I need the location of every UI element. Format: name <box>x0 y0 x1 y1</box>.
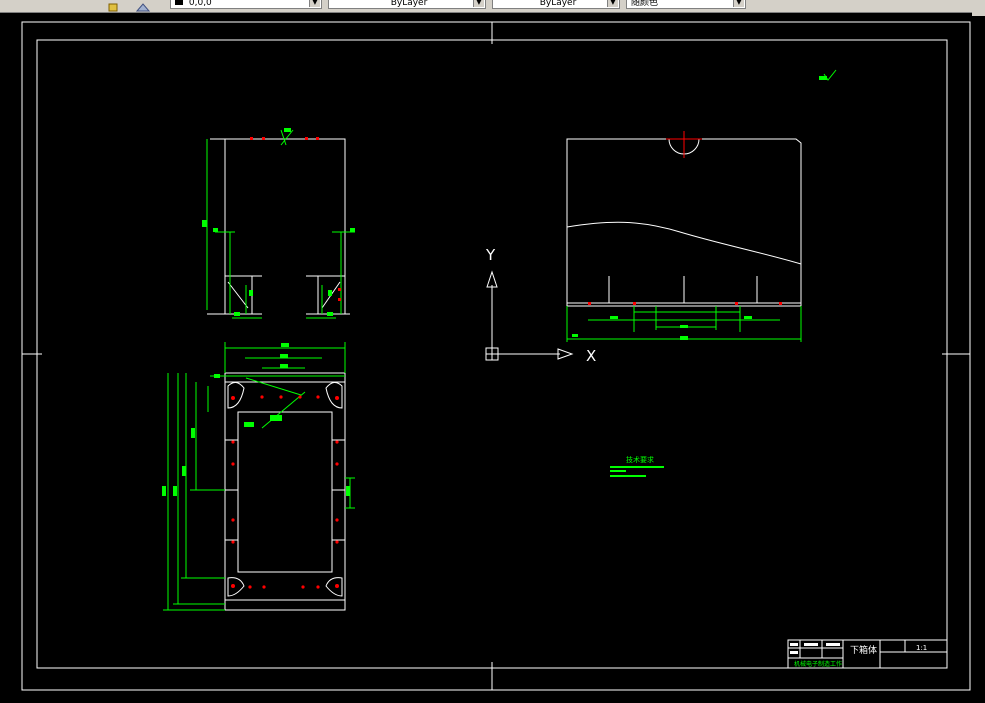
side-view <box>566 131 802 342</box>
properties-toolbar: 0,0,0 ▼ ByLayer ▼ ByLayer ▼ 随颜色 ▼ <box>0 0 985 13</box>
roughness-symbol <box>819 69 837 81</box>
plotstyle-control-value: 随颜色 <box>631 0 659 8</box>
tech-requirements-title: 技术要求 <box>626 455 654 464</box>
lineweight-control-value: ByLayer <box>539 0 577 8</box>
chevron-down-icon[interactable]: ▼ <box>309 0 320 7</box>
layer-previous-icon[interactable] <box>135 0 151 12</box>
drawing-canvas[interactable]: Y X 技术要求 下箱体 1:1 机械电子制造工作 <box>0 13 985 699</box>
chevron-down-icon[interactable]: ▼ <box>473 0 484 7</box>
color-swatch <box>175 0 183 5</box>
title-block-scale: 1:1 <box>916 644 927 652</box>
color-control-value: 0,0,0 <box>188 0 212 8</box>
linetype-control-value: ByLayer <box>390 0 428 8</box>
linetype-control-dropdown[interactable]: ByLayer ▼ <box>328 0 486 9</box>
title-block-school: 机械电子制造工作 <box>794 660 842 668</box>
ucs-icon <box>485 270 574 361</box>
chevron-down-icon[interactable]: ▼ <box>607 0 618 7</box>
front-view <box>202 128 355 319</box>
ucs-x-label: X <box>586 347 596 365</box>
color-control-dropdown[interactable]: 0,0,0 ▼ <box>170 0 322 9</box>
sheet-outer-border <box>21 21 971 691</box>
title-block-part-name: 下箱体 <box>850 644 877 656</box>
technical-requirements: 技术要求 <box>610 455 664 477</box>
lineweight-control-dropdown[interactable]: ByLayer ▼ <box>492 0 620 9</box>
ucs-y-label: Y <box>485 246 496 264</box>
centering-marks <box>22 22 970 690</box>
top-view <box>162 342 355 611</box>
layer-state-icon[interactable] <box>108 0 120 12</box>
plotstyle-control-dropdown[interactable]: 随颜色 ▼ <box>626 0 746 9</box>
chevron-down-icon[interactable]: ▼ <box>733 0 744 7</box>
